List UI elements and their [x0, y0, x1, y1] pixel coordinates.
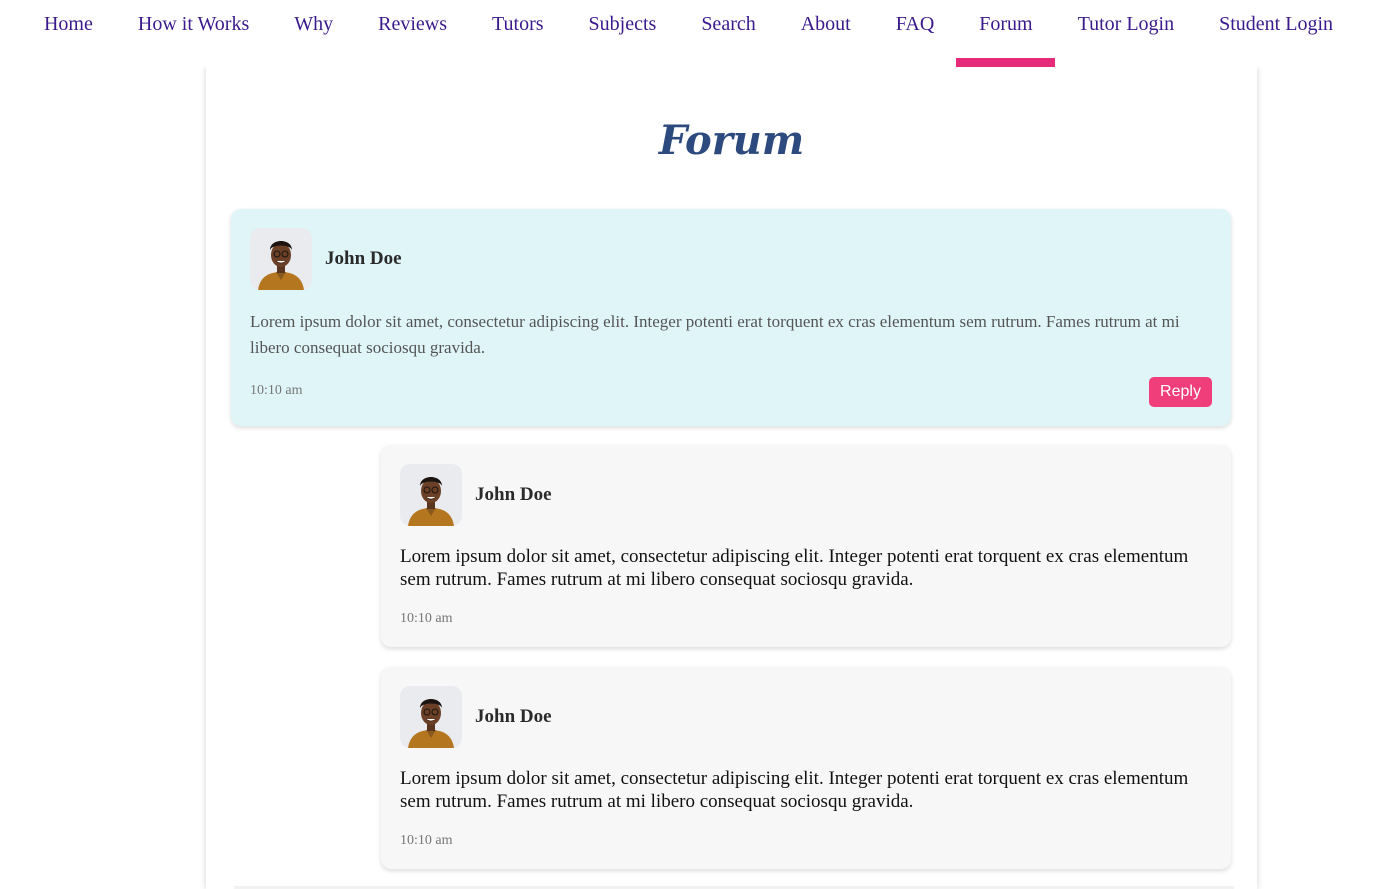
- nav-search[interactable]: Search: [701, 0, 755, 67]
- main-navigation: Home How it Works Why Reviews Tutors Sub…: [0, 0, 1377, 67]
- nav-subjects-label: Subjects: [588, 13, 657, 35]
- nav-student-login[interactable]: Student Login: [1219, 0, 1333, 67]
- nav-how-it-works[interactable]: How it Works: [138, 0, 249, 67]
- avatar: [400, 464, 462, 526]
- nav-faq[interactable]: FAQ: [896, 0, 935, 67]
- nav-home[interactable]: Home: [44, 0, 93, 67]
- nav-faq-label: FAQ: [895, 13, 935, 35]
- reply-post: John Doe Lorem ipsum dolor sit amet, con…: [381, 667, 1231, 869]
- user-photo: [400, 686, 462, 748]
- nav-why-label: Why: [294, 13, 334, 35]
- reply-time: 10:10 am: [400, 611, 453, 626]
- nav-how-it-works-label: How it Works: [137, 13, 250, 35]
- reply-author: John Doe: [475, 484, 552, 505]
- nav-tutor-login[interactable]: Tutor Login: [1078, 0, 1175, 67]
- avatar: [250, 228, 312, 290]
- reply-post: John Doe Lorem ipsum dolor sit amet, con…: [381, 445, 1231, 647]
- nav-why[interactable]: Why: [294, 0, 333, 67]
- nav-home-label: Home: [43, 13, 93, 35]
- nav-tutors-label: Tutors: [492, 13, 544, 35]
- nav-reviews[interactable]: Reviews: [378, 0, 447, 67]
- nav-reviews-label: Reviews: [378, 13, 448, 35]
- avatar: [400, 686, 462, 748]
- nav-forum-label: Forum: [979, 13, 1033, 35]
- nav-subjects[interactable]: Subjects: [589, 0, 657, 67]
- nav-forum[interactable]: Forum: [956, 0, 1055, 67]
- nav-active-indicator: [956, 58, 1055, 67]
- page-title: Forum: [658, 117, 805, 164]
- user-photo: [250, 228, 312, 290]
- reply-author: John Doe: [475, 706, 552, 727]
- nav-student-login-label: Student Login: [1219, 13, 1334, 35]
- nav-about-label: About: [800, 13, 851, 35]
- nav-search-label: Search: [701, 13, 756, 35]
- nav-tutor-login-label: Tutor Login: [1077, 13, 1175, 35]
- post-time: 10:10 am: [250, 383, 303, 398]
- user-photo: [400, 464, 462, 526]
- forum-panel: Forum John Doe Lorem ipsum dolor sit ame…: [206, 67, 1257, 889]
- nav-about[interactable]: About: [801, 0, 851, 67]
- reply-text: Lorem ipsum dolor sit amet, consectetur …: [400, 546, 1189, 590]
- nav-tutors[interactable]: Tutors: [492, 0, 544, 67]
- post-author: John Doe: [325, 248, 402, 269]
- post-text: Lorem ipsum dolor sit amet, consectetur …: [250, 312, 1180, 357]
- reply-button[interactable]: Reply: [1149, 377, 1212, 407]
- reply-text: Lorem ipsum dolor sit amet, consectetur …: [400, 768, 1189, 812]
- reply-time: 10:10 am: [400, 833, 453, 848]
- forum-post: John Doe Lorem ipsum dolor sit amet, con…: [231, 209, 1231, 426]
